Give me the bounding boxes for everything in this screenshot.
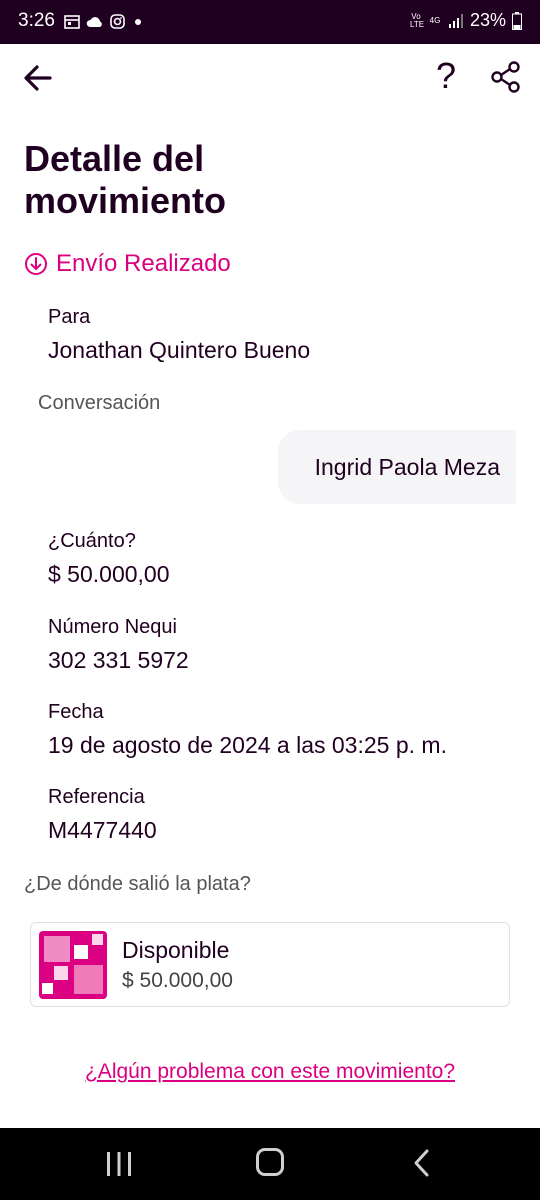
home-icon[interactable] (256, 1148, 284, 1176)
page-title: Detalle del movimiento (24, 138, 227, 221)
network-4g-indicator: 4G (429, 15, 441, 25)
reference-field: Referencia M4477440 (48, 786, 157, 844)
amount-field: ¿Cuánto? $ 50.000,00 (48, 530, 170, 588)
nequi-number-value: 302 331 5972 (48, 647, 189, 673)
reference-label: Referencia (48, 786, 145, 808)
help-button[interactable]: ? (432, 56, 460, 96)
conversation-message: Ingrid Paola Meza (314, 454, 500, 480)
conversation-label: Conversación (38, 392, 161, 414)
recipient-value: Jonathan Quintero Bueno (48, 337, 311, 363)
date-value: 19 de agosto de 2024 a las 03:25 p. m. (48, 732, 447, 758)
available-balance-icon (39, 931, 107, 999)
source-account-name: Disponible (122, 937, 230, 963)
status-right: Vo LTE 4G 23% (410, 10, 522, 31)
volte-indicator: Vo LTE (409, 11, 425, 29)
calendar-icon (64, 14, 80, 29)
source-account-amount: $ 50.000,00 (122, 969, 233, 992)
report-problem-link[interactable]: ¿Algún problema con este movimiento? (0, 1060, 540, 1084)
back-arrow-icon[interactable] (20, 60, 56, 96)
arrow-down-circle-icon (25, 253, 47, 275)
nequi-number-label: Número Nequi (48, 616, 177, 638)
notification-icons (64, 14, 145, 29)
battery-icon (512, 11, 522, 30)
date-label: Fecha (48, 701, 104, 723)
source-account-card[interactable]: Disponible $ 50.000,00 (30, 922, 510, 1007)
nav-back-icon[interactable] (410, 1148, 434, 1178)
recipient-label: Para (48, 306, 91, 328)
conversation-bubble: Ingrid Paola Meza (278, 430, 516, 504)
recent-apps-icon[interactable] (104, 1150, 134, 1178)
status-label: Envío Realizado (56, 250, 231, 277)
recipient-field: Para Jonathan Quintero Bueno (48, 306, 310, 364)
top-bar: ? (0, 44, 540, 114)
status-time: 3:26 (18, 10, 55, 31)
status-bar: 3:26 Vo LTE 4G 23% (0, 0, 540, 44)
instagram-icon (110, 14, 125, 29)
signal-icon (448, 13, 463, 28)
amount-value: $ 50.000,00 (48, 561, 170, 587)
reference-value: M4477440 (48, 817, 157, 843)
source-label: ¿De dónde salió la plata? (24, 873, 251, 895)
share-icon[interactable] (490, 60, 522, 94)
cloud-icon (86, 16, 102, 27)
battery-percent: 23% (469, 10, 506, 30)
date-field: Fecha 19 de agosto de 2024 a las 03:25 p… (48, 701, 447, 759)
dot-icon (135, 18, 141, 25)
system-nav-bar (0, 1128, 540, 1200)
amount-label: ¿Cuánto? (48, 530, 136, 552)
transaction-status: Envío Realizado (24, 250, 231, 278)
nequi-number-field: Número Nequi 302 331 5972 (48, 616, 189, 674)
